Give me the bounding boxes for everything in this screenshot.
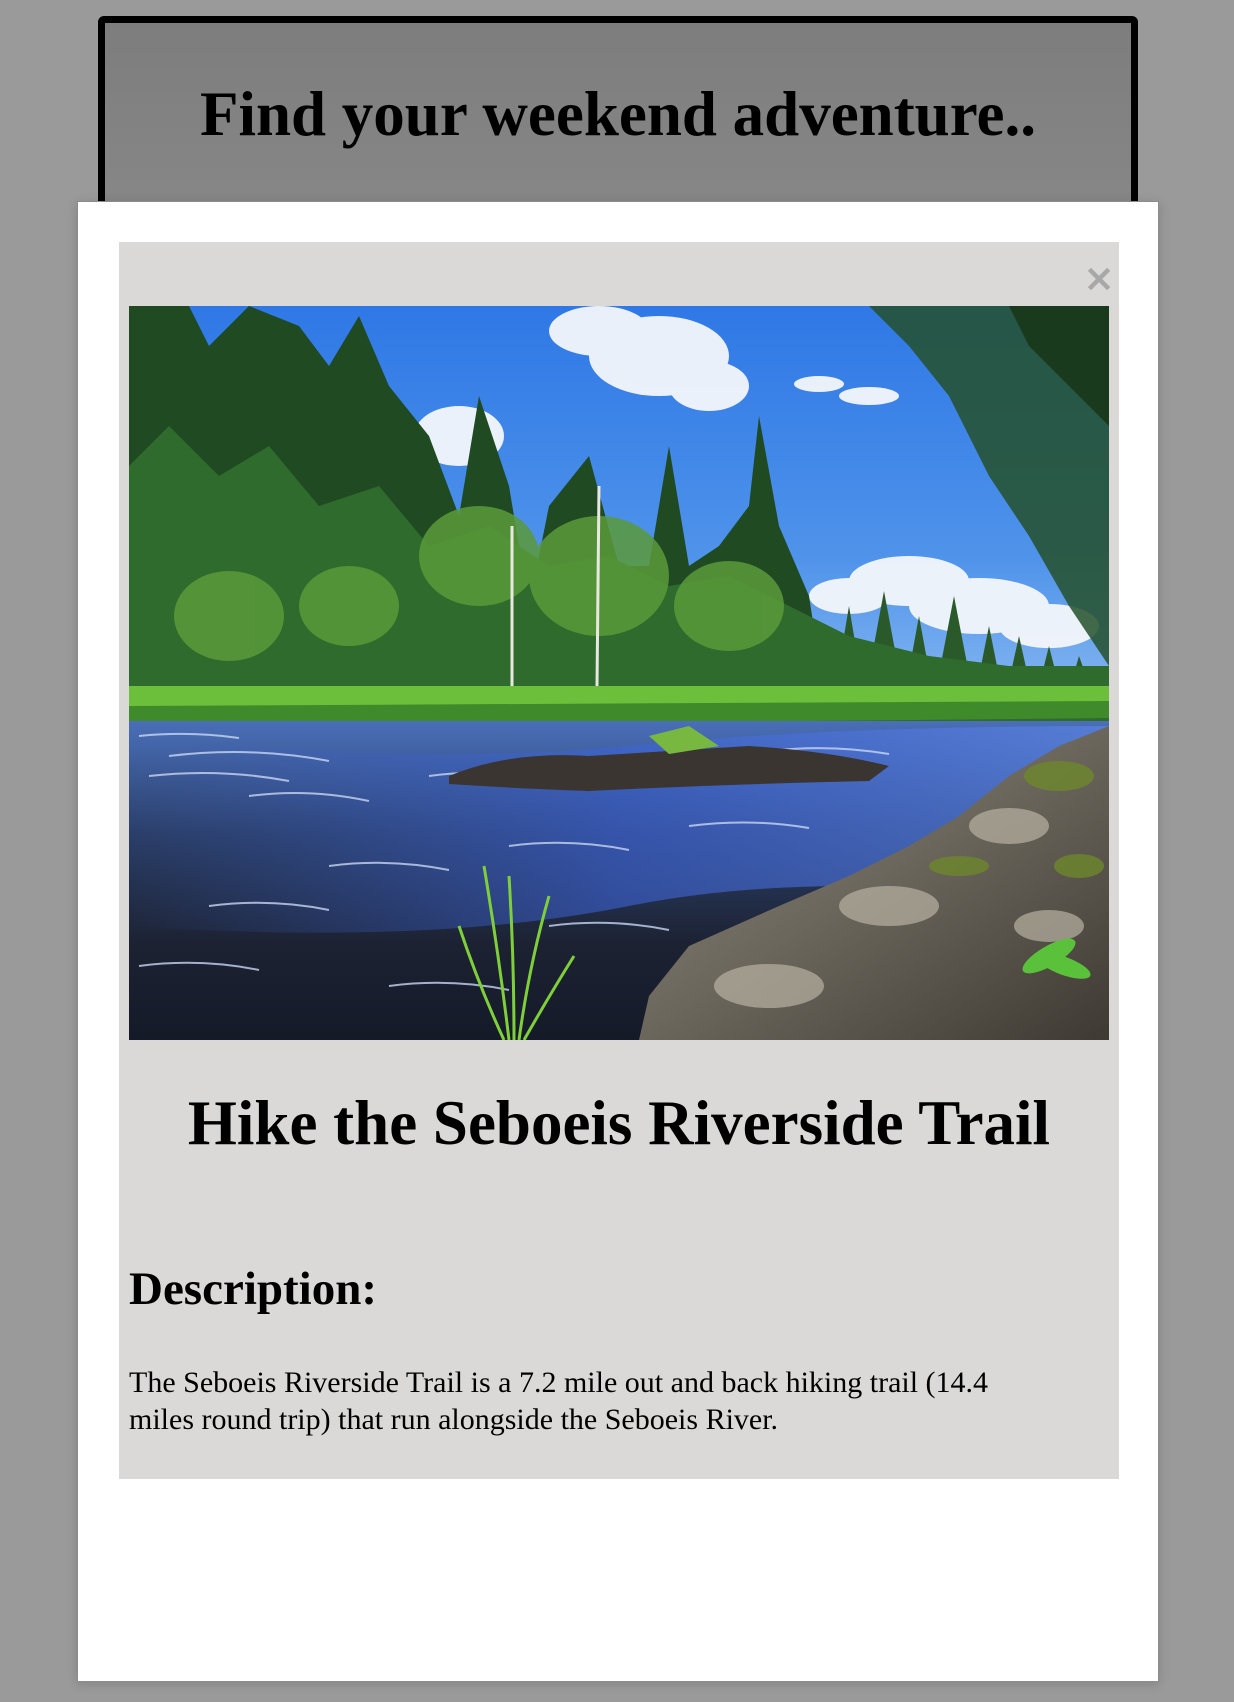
trail-photo [129,306,1109,1040]
page-title: Find your weekend adventure.. [199,79,1036,149]
modal-content: × Hike the Seboeis Riverside Trail Descr… [119,242,1119,1479]
description-text: The Seboeis Riverside Trail is a 7.2 mil… [129,1366,989,1436]
close-icon[interactable]: × [1079,256,1119,300]
trail-title: Hike the Seboeis Riverside Trail [187,1088,1051,1158]
trail-modal: × Hike the Seboeis Riverside Trail Descr… [77,201,1159,1682]
description-heading: Description: [129,1263,378,1315]
page-backdrop: Find your weekend adventure.. × Hike the… [0,0,1234,1702]
